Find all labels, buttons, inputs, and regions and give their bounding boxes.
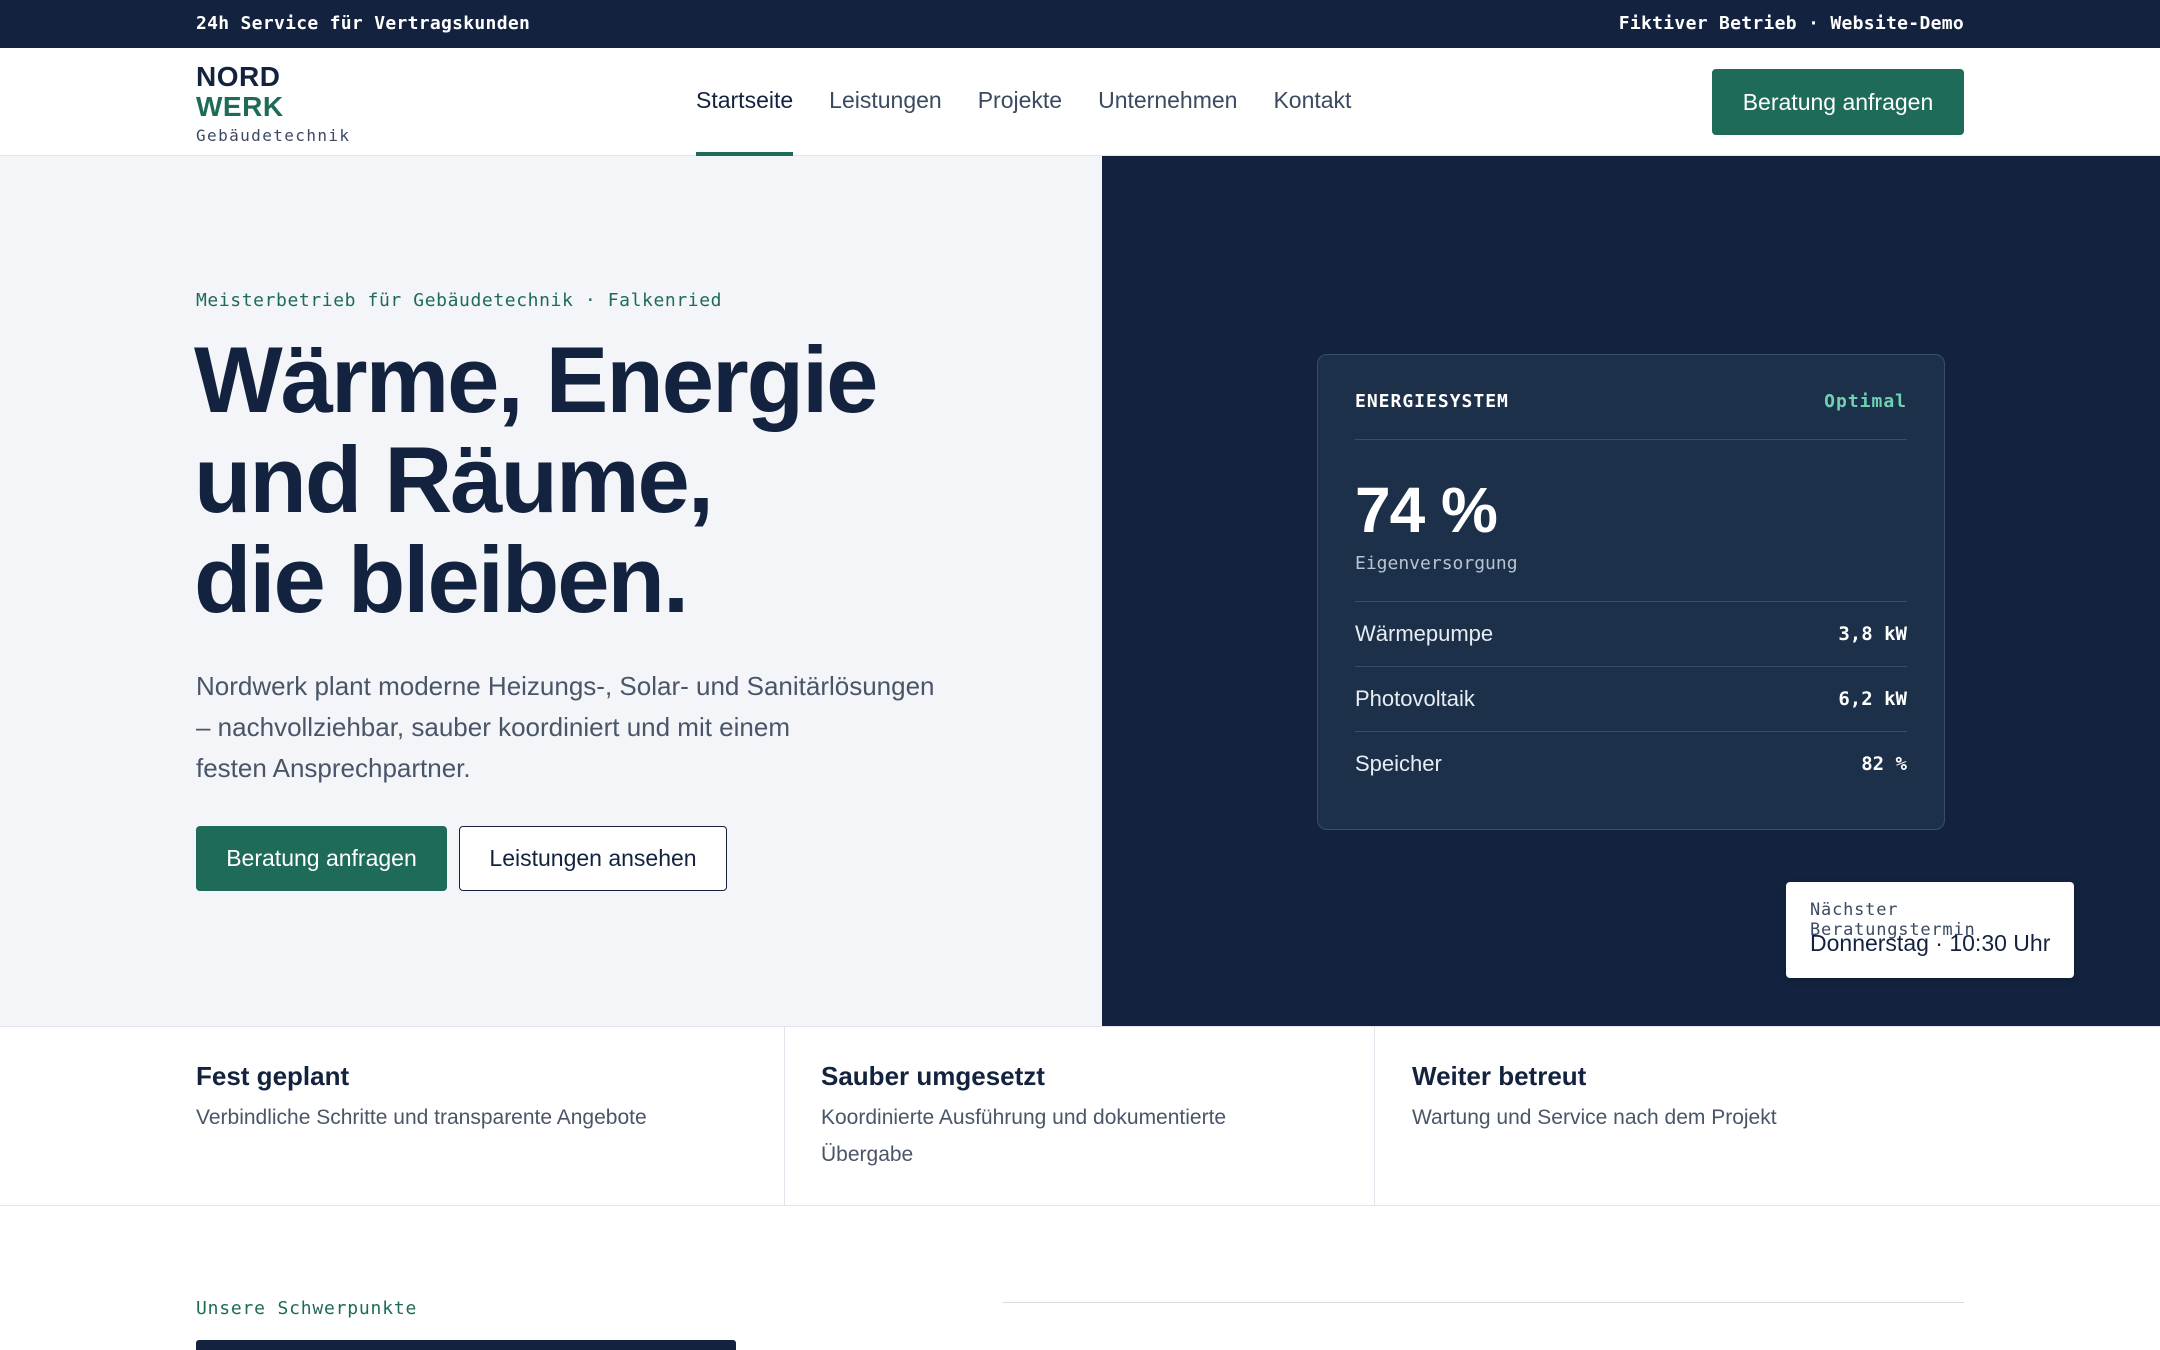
feature-item: Sauber umgesetzt Koordinierte Ausführung… (784, 1027, 1374, 1205)
lead-line: festen Ansprechpartner. (196, 753, 471, 783)
feature-title: Fest geplant (196, 1061, 350, 1091)
hero-services-button[interactable]: Leistungen ansehen (459, 826, 727, 891)
feature-text: Wartung und Service nach dem Projekt (1412, 1106, 1777, 1129)
feature-title: Sauber umgesetzt (821, 1061, 1045, 1091)
headline-line: und Räume, (194, 427, 714, 532)
feature-text: Verbindliche Schritte und transparente A… (196, 1106, 647, 1129)
hero-buttons: Beratung anfragen Leistungen ansehen (196, 826, 727, 891)
section-divider (1002, 1302, 1964, 1303)
site-header: NORD WERK Gebäudetechnik Startseite Leis… (0, 48, 2160, 156)
logo-line-2: WERK (196, 91, 284, 122)
metric-value: 3,8 kW (1838, 623, 1907, 645)
feature-item: Fest geplant Verbindliche Schritte und t… (0, 1027, 784, 1205)
logo[interactable]: NORD WERK Gebäudetechnik (196, 61, 351, 146)
status-badge: Optimal (1824, 391, 1907, 412)
header-cta-button[interactable]: Beratung anfragen (1712, 69, 1964, 135)
feature-title: Weiter betreut (1412, 1061, 1587, 1091)
metric-row-storage: Speicher 82 % (1355, 732, 1907, 796)
demo-notice: Fiktiver Betrieb · Website-Demo (1618, 13, 1964, 34)
headline-line: Wärme, Energie (194, 327, 878, 432)
metric-name: Speicher (1355, 751, 1442, 776)
nav-item-startseite[interactable]: Startseite (696, 48, 794, 156)
card-divider (1355, 439, 1907, 440)
logo-tagline: Gebäudetechnik (196, 126, 351, 145)
hero-headline: Wärme, Energie und Räume, die bleiben. (194, 330, 1074, 630)
nav-item-leistungen[interactable]: Leistungen (829, 48, 942, 156)
card-title: ENERGIESYSTEM (1355, 391, 1509, 412)
metric-value: 6,2 kW (1838, 688, 1907, 710)
metric-row-photovoltaics: Photovoltaik 6,2 kW (1355, 667, 1907, 731)
feature-item: Weiter betreut Wartung und Service nach … (1374, 1027, 2160, 1205)
nav-item-projekte[interactable]: Projekte (978, 48, 1062, 156)
lead-line: Nordwerk plant moderne Heizungs-, Solar-… (196, 671, 935, 701)
logo-line-1: NORD (196, 61, 281, 92)
hero-eyebrow: Meisterbetrieb für Gebäudetechnik · Falk… (196, 290, 723, 311)
self-supply-label: Eigenversorgung (1355, 553, 1518, 574)
next-appointment-card: Nächster Beratungstermin Donnerstag · 10… (1786, 882, 2074, 978)
feature-text: Koordinierte Ausführung und dokumentiert… (821, 1106, 1227, 1166)
features-strip: Fest geplant Verbindliche Schritte und t… (0, 1026, 2160, 1206)
metric-name: Photovoltaik (1355, 686, 1475, 711)
appointment-value: Donnerstag · 10:30 Uhr (1810, 930, 2051, 956)
headline-line: die bleiben. (194, 527, 689, 632)
metric-row-heat-pump: Wärmepumpe 3,8 kW (1355, 602, 1907, 666)
metric-value: 82 % (1861, 753, 1907, 775)
main-nav: Startseite Leistungen Projekte Unternehm… (696, 48, 1387, 156)
section-eyebrow: Unsere Schwerpunkte (196, 1298, 418, 1319)
nav-item-kontakt[interactable]: Kontakt (1273, 48, 1351, 156)
nav-item-unternehmen[interactable]: Unternehmen (1098, 48, 1237, 156)
card-header: ENERGIESYSTEM Optimal (1355, 391, 1907, 412)
lead-line: – nachvollziehbar, sauber koordiniert un… (196, 712, 791, 742)
service-notice: 24h Service für Vertragskunden (196, 13, 531, 34)
hero-consult-button[interactable]: Beratung anfragen (196, 826, 447, 891)
hero-lead: Nordwerk plant moderne Heizungs-, Solar-… (196, 666, 1016, 789)
section-title-cropped (196, 1340, 736, 1350)
self-supply-value: 74 % (1355, 474, 1498, 546)
top-bar: 24h Service für Vertragskunden Fiktiver … (0, 0, 2160, 48)
energy-system-card: ENERGIESYSTEM Optimal 74 % Eigenversorgu… (1317, 354, 1945, 830)
metric-name: Wärmepumpe (1355, 621, 1494, 646)
